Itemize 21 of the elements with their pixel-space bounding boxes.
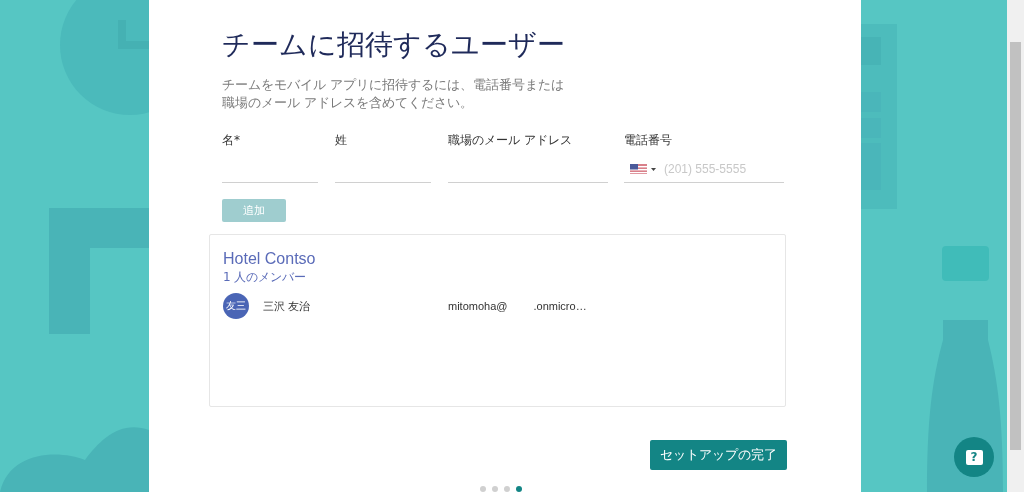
team-name: Hotel Contso [223, 249, 317, 270]
member-name: 三沢 友治 [263, 298, 312, 314]
field-label: 姓 [335, 132, 348, 148]
scrollbar[interactable] [1007, 0, 1024, 492]
field-label: 名* [222, 132, 241, 148]
pager-dot[interactable] [516, 486, 522, 492]
member-count: 1 人のメンバー [223, 269, 308, 286]
caret-icon [651, 167, 656, 171]
member-email: mitomoha@ [448, 300, 508, 313]
flag-icon [630, 164, 647, 174]
description-line: 職場のメール アドレスを含めてください。 [222, 94, 473, 112]
member-email: .onmicro… [533, 300, 587, 313]
finish-button[interactable]: セットアップの完了 [650, 440, 787, 470]
avatar: 友三 [223, 293, 249, 320]
pager-dot[interactable] [504, 486, 510, 492]
description-line: チームをモバイル アプリに招待するには、電話番号または [222, 76, 564, 94]
page-title: チームに招待するユーザー [222, 27, 566, 63]
field-label: 電話番号 [624, 132, 673, 148]
pager-dot[interactable] [480, 486, 486, 492]
field-label: 職場のメール アドレス [448, 132, 573, 148]
pager-dot[interactable] [492, 486, 498, 492]
